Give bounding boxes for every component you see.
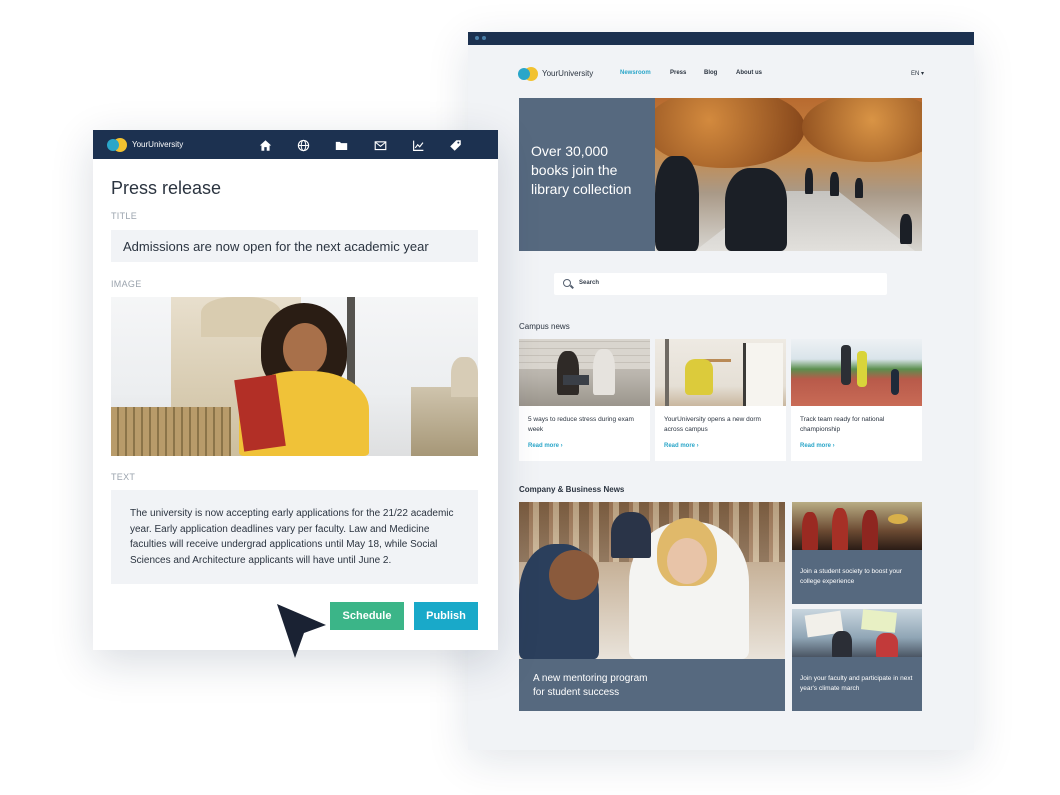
mail-icon[interactable] [373, 138, 387, 152]
tag-icon[interactable] [448, 138, 462, 152]
nav-link-newsroom[interactable]: Newsroom [620, 70, 651, 76]
hero-headline-line: library collection [531, 181, 632, 197]
nav-link-press[interactable]: Press [670, 70, 686, 76]
editor-header-bar: YourUniversity [93, 130, 498, 159]
image-field-label: IMAGE [111, 279, 142, 289]
news-card-caption: Track team ready for national championsh… [800, 416, 885, 433]
news-card[interactable]: 5 ways to reduce stress during exam week… [519, 339, 650, 461]
schedule-button[interactable]: Schedule [330, 602, 404, 630]
side-news-caption: Join your faculty and participate in nex… [800, 675, 913, 692]
featured-news-card[interactable]: A new mentoring program for student succ… [519, 502, 785, 711]
business-news-heading: Company & Business News [519, 485, 625, 494]
hero-headline-line: books join the [531, 162, 618, 178]
publish-button[interactable]: Publish [414, 602, 478, 630]
hero-text-panel: Over 30,000 books join the library colle… [519, 98, 655, 251]
news-card[interactable]: YourUniversity opens a new dorm across c… [655, 339, 786, 461]
globe-icon[interactable] [296, 138, 310, 152]
featured-news-caption-line: A new mentoring program [533, 673, 648, 684]
side-news-photo [792, 502, 922, 550]
site-logo-text[interactable]: YourUniversity [542, 69, 593, 78]
site-navbar: YourUniversity Newsroom Press Blog About… [518, 64, 924, 86]
hero-campus-photo [655, 98, 922, 251]
hero-headline-line: Over 30,000 [531, 143, 609, 159]
search-icon [563, 279, 571, 287]
university-logo-icon[interactable] [518, 66, 538, 82]
body-text-area[interactable]: The university is now accepting early ap… [111, 490, 478, 584]
window-dot [475, 36, 479, 40]
side-news-caption-bar: Join your faculty and participate in nex… [792, 657, 922, 711]
home-icon[interactable] [258, 138, 272, 152]
mouse-cursor-icon [277, 604, 326, 658]
language-selector[interactable]: EN ▾ [911, 70, 924, 77]
editor-logo-text[interactable]: YourUniversity [132, 140, 183, 149]
window-dot [482, 36, 486, 40]
featured-news-caption-bar: A new mentoring program for student succ… [519, 659, 785, 711]
folder-icon[interactable] [334, 138, 348, 152]
news-card-image [791, 339, 922, 406]
title-input[interactable]: Admissions are now open for the next aca… [111, 230, 478, 262]
read-more-link[interactable]: Read more › [519, 443, 650, 449]
university-logo-icon[interactable] [107, 137, 127, 153]
search-placeholder: Search [579, 280, 600, 286]
side-news-photo [792, 609, 922, 657]
read-more-link[interactable]: Read more › [791, 443, 922, 449]
text-field-label: TEXT [111, 472, 136, 482]
side-news-caption-bar: Join a student society to boost your col… [792, 550, 922, 604]
side-news-card[interactable]: Join your faculty and participate in nex… [792, 609, 922, 711]
newsroom-website: YourUniversity Newsroom Press Blog About… [468, 32, 974, 750]
news-card-image [655, 339, 786, 406]
image-upload-preview[interactable] [111, 297, 478, 456]
featured-news-photo [519, 502, 785, 659]
news-card-image [519, 339, 650, 406]
campus-news-heading: Campus news [519, 322, 570, 331]
chart-icon[interactable] [411, 138, 425, 152]
side-news-caption: Join a student society to boost your col… [800, 568, 902, 585]
browser-chrome-bar [468, 32, 974, 45]
read-more-link[interactable]: Read more › [655, 443, 786, 449]
news-card[interactable]: Track team ready for national championsh… [791, 339, 922, 461]
hero-banner[interactable]: Over 30,000 books join the library colle… [519, 98, 922, 251]
press-release-editor: YourUniversity Press release TITLE Admis… [93, 130, 498, 650]
news-card-caption: 5 ways to reduce stress during exam week [528, 416, 634, 433]
page-title: Press release [111, 178, 222, 198]
side-news-card[interactable]: Join a student society to boost your col… [792, 502, 922, 604]
site-search-input[interactable]: Search [554, 273, 887, 295]
news-card-caption: YourUniversity opens a new dorm across c… [664, 416, 761, 433]
title-field-label: TITLE [111, 211, 138, 221]
featured-news-caption-line: for student success [533, 687, 620, 698]
nav-link-blog[interactable]: Blog [704, 70, 717, 76]
nav-link-about-us[interactable]: About us [736, 70, 762, 76]
